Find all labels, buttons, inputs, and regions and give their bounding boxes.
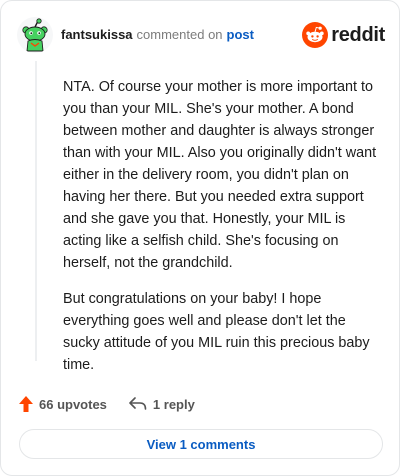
upvote-button[interactable]: 66 upvotes: [19, 396, 107, 412]
reply-arrow-icon: [129, 397, 147, 410]
post-link[interactable]: post: [227, 27, 254, 43]
view-comments-button[interactable]: View 1 comments: [19, 429, 383, 459]
snoo-avatar-icon: [17, 17, 53, 53]
reddit-logo-icon: [302, 22, 329, 48]
comment-header: fantsukissa commented on post reddit: [17, 17, 385, 53]
avatar[interactable]: [17, 17, 53, 53]
reply-count: 1 reply: [152, 396, 195, 412]
username-link[interactable]: fantsukissa: [61, 27, 133, 43]
reddit-wordmark: reddit: [331, 23, 385, 46]
byline: fantsukissa commented on post: [61, 27, 254, 43]
comment-paragraph: But congratulations on your baby! I hope…: [63, 291, 370, 373]
upvote-count: 66 upvotes: [39, 396, 107, 412]
comment-action-text: commented on: [136, 27, 223, 42]
thread-line: [35, 61, 37, 361]
reddit-brand[interactable]: reddit: [302, 22, 385, 48]
comment-paragraph: NTA. Of course your mother is more impor…: [63, 79, 377, 271]
reply-button[interactable]: 1 reply: [129, 397, 195, 412]
comment-body: NTA. Of course your mother is more impor…: [63, 76, 381, 390]
upvote-arrow-icon: [19, 396, 33, 412]
comment-card: fantsukissa commented on post reddit NTA…: [0, 0, 400, 476]
comment-actions: 66 upvotes 1 reply: [19, 393, 195, 415]
